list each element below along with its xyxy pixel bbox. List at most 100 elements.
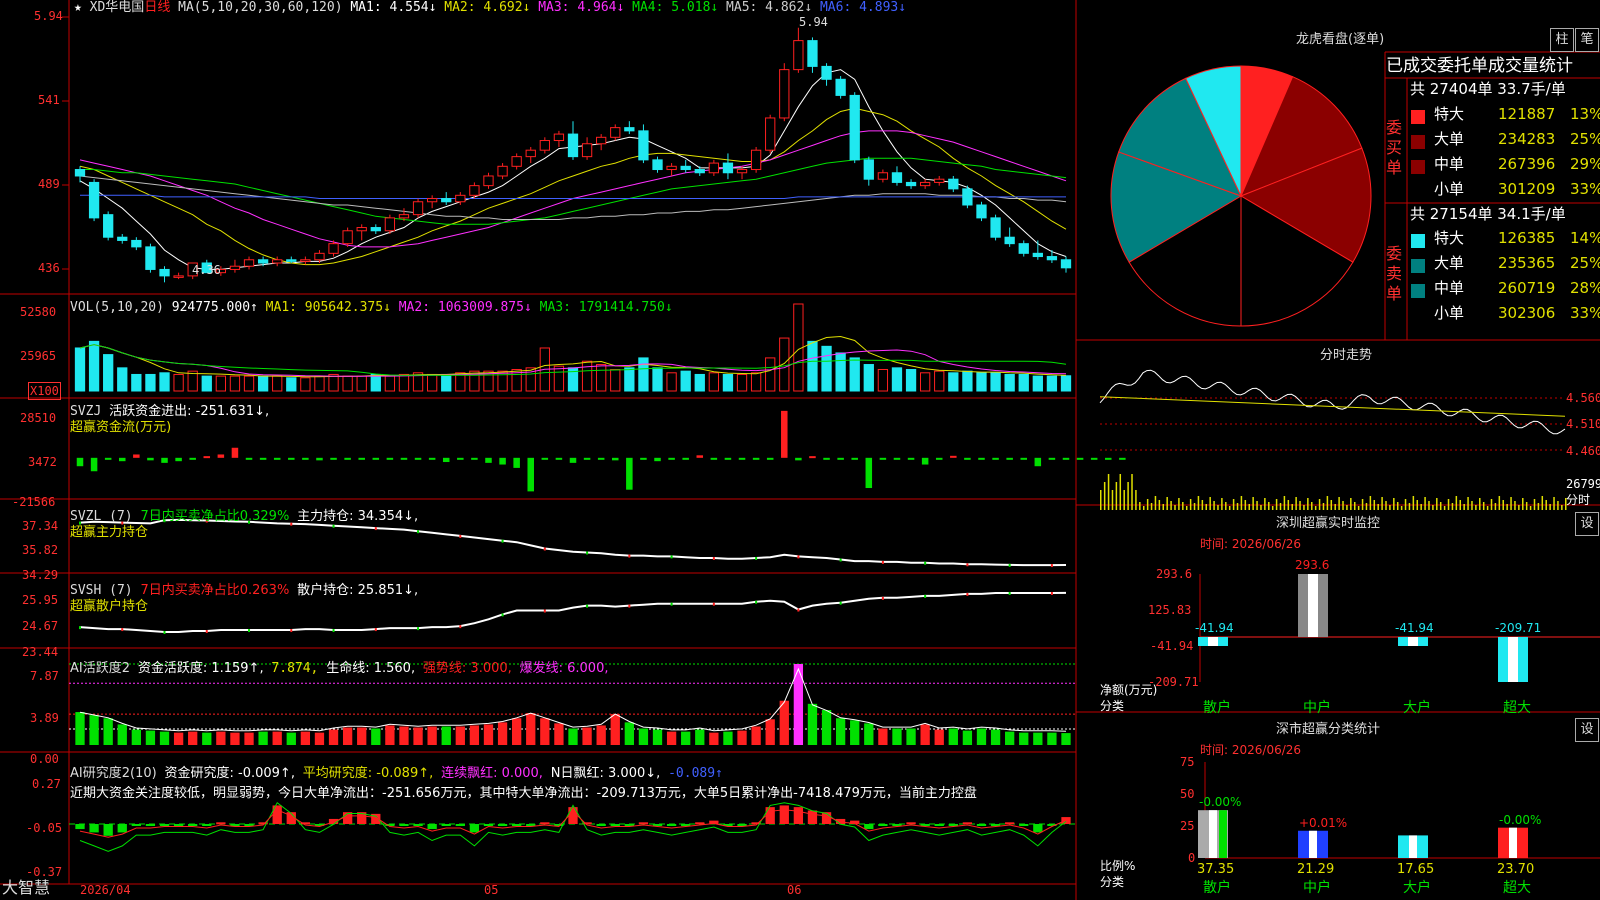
candle-body (384, 217, 396, 232)
retail-holding-line-tick (543, 609, 546, 613)
candle-body (779, 69, 790, 119)
flow-bar (1006, 457, 1013, 460)
vol-value: 924775.000↑ (171, 300, 258, 315)
volume-bar (919, 372, 931, 392)
volume-bar (948, 372, 959, 392)
activity-bar (385, 725, 395, 745)
volume-bar (596, 364, 607, 392)
monitor-value: -41.94 (1195, 621, 1234, 635)
volume-bar (384, 375, 396, 392)
flow-bar (879, 457, 887, 460)
order-volume: 235365 (1498, 254, 1556, 272)
legend-swatch (1411, 135, 1425, 149)
candle-body (173, 275, 184, 278)
volume-bar (835, 352, 846, 392)
candle-body (736, 169, 748, 174)
volume-bar (356, 375, 367, 392)
volume-bar (863, 364, 874, 392)
research-bar (103, 824, 113, 836)
activity-bar (497, 722, 508, 745)
order-volume: 302306 (1498, 304, 1556, 322)
candle-body (638, 130, 649, 161)
intraday-volume-bar (1553, 497, 1555, 510)
activity-bar (554, 723, 564, 745)
intraday-volume-bar (1471, 501, 1473, 510)
candle-body (877, 172, 889, 180)
activity-bar (328, 729, 339, 745)
intraday-volume-bar (1459, 500, 1461, 510)
retail-holding-line-tick (121, 628, 124, 632)
retail-holding-line-tick (79, 626, 81, 630)
candle (610, 124, 621, 141)
main-holding-line-tick (374, 527, 377, 531)
axis-label: 25.95 (22, 593, 59, 607)
order-table-title: 已成交委托单成交量统计 (1386, 56, 1573, 76)
flow-bar (133, 454, 140, 458)
class-change: -0.00% (1199, 795, 1242, 810)
candle (750, 146, 762, 173)
flow-bar (76, 457, 84, 467)
category-label: 超大 (1503, 700, 1531, 716)
candle (1018, 240, 1029, 257)
flow-bar (90, 457, 98, 472)
bar-mode-button[interactable]: 柱 (1550, 28, 1574, 52)
activity-bar (1047, 732, 1057, 745)
chart-canvas[interactable] (0, 0, 1600, 900)
activity-bar (145, 730, 156, 745)
favorite-star-icon[interactable]: ★ (74, 0, 82, 15)
candle-body (610, 127, 621, 138)
intraday-avg-line (1099, 396, 1566, 417)
candle (1046, 250, 1058, 263)
intraday-volume-bar (1381, 497, 1383, 510)
candle-body (990, 217, 1001, 238)
buy-orders-label: 委买单 (1386, 118, 1403, 177)
intraday-volume-bar (1197, 496, 1200, 510)
flow-bar (921, 457, 929, 465)
tick-mode-button[interactable]: 笔 (1575, 28, 1599, 52)
activity-bar (990, 729, 1001, 745)
axis-label: 541 (38, 93, 60, 107)
volume-bar (187, 370, 198, 392)
monitor-bar (1198, 637, 1228, 646)
flow-bar (344, 457, 351, 460)
candle (159, 266, 170, 283)
intraday-volume-bar (1213, 501, 1215, 510)
flow-bar (766, 457, 774, 460)
main-holding-line-tick (1008, 563, 1011, 567)
intraday-volume-bar (1393, 498, 1395, 510)
high-label: 5.94 (799, 15, 828, 29)
activity-bar (1005, 731, 1015, 745)
flow-bar (583, 457, 591, 460)
research-bar (807, 810, 818, 824)
candle (173, 272, 184, 280)
activity-bar (906, 728, 916, 745)
research-bar (568, 807, 578, 824)
intraday-volume-bar (1436, 498, 1438, 510)
order-volume: 234283 (1498, 130, 1556, 148)
activity-bar (216, 731, 226, 745)
activity-bar (948, 728, 958, 745)
volume-bar (342, 375, 353, 392)
candle-body (919, 181, 931, 187)
class-settings-button[interactable]: 设 (1575, 718, 1599, 742)
volume-bar (131, 373, 142, 392)
candle (525, 146, 536, 164)
category-label: 散户 (1203, 700, 1231, 716)
volume-bar (272, 375, 283, 392)
flow-bar (682, 457, 689, 460)
candle-body (765, 117, 776, 151)
retail-holding-line-tick (881, 596, 884, 600)
monitor-value: 293.6 (1295, 558, 1330, 572)
intraday-volume-bar (1514, 501, 1516, 510)
flow-bar (710, 457, 718, 460)
flow-bar (527, 457, 534, 492)
class-bar-accent (1219, 810, 1227, 858)
axis-label: 分时 (1566, 493, 1591, 507)
volume-bar (398, 373, 410, 392)
activity-bar (314, 732, 325, 745)
intraday-volume-bar (1307, 498, 1309, 510)
research-bar (455, 824, 465, 826)
monitor-settings-button[interactable]: 设 (1575, 512, 1599, 536)
candle (835, 76, 846, 99)
period-label[interactable]: 日线 (144, 0, 170, 15)
